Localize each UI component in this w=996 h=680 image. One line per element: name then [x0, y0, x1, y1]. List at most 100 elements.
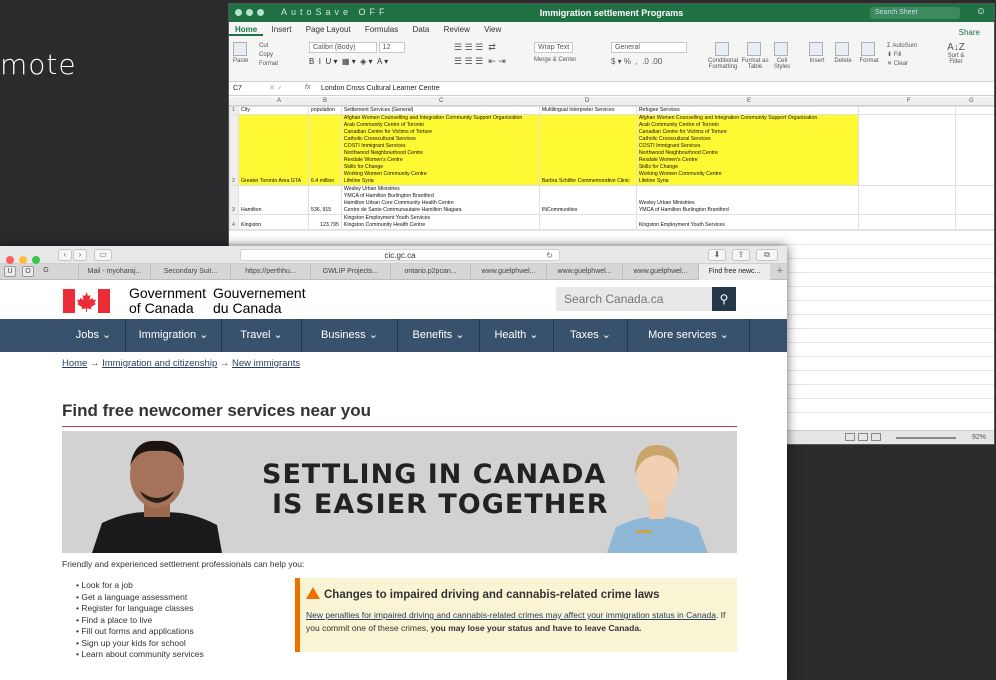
breadcrumb-new-immigrants[interactable]: New immigrants — [232, 358, 300, 369]
formula-input[interactable]: London Cross Cultural Learner Centre — [321, 85, 440, 92]
conditional-formatting-button[interactable]: Conditional Formatting — [705, 42, 741, 70]
browser-tab[interactable]: www.guelphwel... — [622, 264, 698, 280]
forward-button[interactable]: › — [73, 249, 87, 261]
cell-styles-button[interactable]: Cell Styles — [769, 42, 795, 70]
font-name-select[interactable]: Calibri (Body) — [309, 42, 377, 53]
tab-formulas[interactable]: Formulas — [359, 22, 404, 34]
sort-filter-button[interactable]: A↓Z Sort & Filter — [941, 42, 971, 65]
cell[interactable]: Greater Toronto Area GTA — [237, 114, 309, 186]
font-size-select[interactable]: 12 — [378, 42, 405, 53]
fill-button[interactable]: ⬇ Fill — [887, 51, 917, 60]
tab-page-layout[interactable]: Page Layout — [300, 22, 357, 34]
autosum-button[interactable]: Σ AutoSum — [887, 42, 917, 51]
name-box[interactable]: C7 — [233, 85, 242, 92]
col-a[interactable]: A — [277, 98, 281, 104]
share-icon[interactable]: ⇪ — [732, 249, 750, 261]
sidebar-icon[interactable]: ▭ — [94, 249, 112, 261]
cell[interactable]: Settlement Services (General) — [340, 106, 540, 115]
cell[interactable]: 123,795 — [307, 214, 342, 230]
breadcrumb-immigration[interactable]: Immigration and citizenship — [102, 358, 217, 369]
browser-tab[interactable]: Secondary Suit... — [150, 264, 230, 280]
view-buttons[interactable] — [845, 433, 884, 443]
number-format-select[interactable]: General — [611, 42, 687, 53]
merge-center-button[interactable]: Merge & Center — [534, 57, 576, 63]
feedback-icon[interactable]: ☺ — [976, 6, 986, 17]
menu-more-services[interactable]: More services ⌄ — [628, 319, 750, 352]
bookmark-o-icon[interactable]: O — [22, 266, 34, 277]
menu-travel[interactable]: Travel ⌄ — [222, 319, 302, 352]
browser-tab[interactable]: ontario.p2pcan... — [390, 264, 470, 280]
address-bar[interactable]: cic.gc.ca ↻ — [240, 249, 560, 261]
menu-benefits[interactable]: Benefits ⌄ — [398, 319, 480, 352]
formula-cancel-confirm[interactable]: ✕ ✓ — [269, 84, 283, 92]
cell[interactable]: Multilingual Interpreter Services — [538, 106, 637, 115]
number-format-buttons[interactable]: $ ▾ % , .0 .00 — [611, 57, 687, 66]
col-f[interactable]: F — [907, 98, 911, 104]
paste-icon[interactable] — [233, 42, 247, 56]
canada-flag-icon[interactable] — [63, 289, 110, 313]
search-button[interactable]: ⚲ — [712, 287, 736, 311]
tabs-overview-icon[interactable]: ⧉ — [756, 249, 778, 261]
cell[interactable]: 6.4 million — [307, 114, 342, 186]
new-tab-icon[interactable]: + — [777, 265, 783, 277]
col-c[interactable]: C — [439, 98, 443, 104]
bookmark-g-icon[interactable]: G — [40, 266, 52, 277]
col-e[interactable]: E — [747, 98, 751, 104]
wrap-text-button[interactable]: Wrap Text — [534, 42, 574, 53]
browser-tab[interactable]: https://perthhu... — [230, 264, 310, 280]
insert-cells-button[interactable]: Insert — [805, 42, 829, 64]
col-b[interactable]: B — [323, 98, 327, 104]
cell[interactable]: Wesley Urban Ministries YMCA of Hamilton … — [635, 185, 859, 215]
copy-button[interactable]: Copy — [259, 51, 278, 60]
format-cells-button[interactable]: Format — [857, 42, 881, 64]
cell[interactable]: Refugee Services — [635, 106, 859, 115]
cell[interactable]: Kingston Employment Youth Services Kingst… — [340, 214, 540, 230]
gov-en-wordmark[interactable]: Government of Canada — [129, 286, 206, 316]
tab-data[interactable]: Data — [406, 22, 435, 34]
breadcrumb-home[interactable]: Home — [62, 358, 87, 369]
browser-tab[interactable]: Mail - myoharaj... — [78, 264, 150, 280]
cell[interactable]: INCommunities — [538, 185, 637, 215]
minimize-icon[interactable] — [19, 256, 27, 264]
menu-health[interactable]: Health ⌄ — [480, 319, 554, 352]
search-input[interactable] — [556, 287, 712, 311]
cell[interactable]: Wesley Urban Ministries YMCA of Hamilton … — [340, 185, 540, 215]
browser-tab[interactable]: www.guelphwel... — [470, 264, 546, 280]
cell[interactable]: Barbra Schlifer Commemorative Clinic — [538, 114, 637, 186]
zoom-slider[interactable] — [896, 437, 956, 439]
sheet-table[interactable]: 1 City population Settlement Services (G… — [229, 106, 994, 230]
paste-button[interactable]: Paste — [233, 58, 249, 64]
alignment-group[interactable]: ☰ ☰ ☰ ⇄ ☰ ☰ ☰ ⇤ ⇥ — [454, 42, 506, 69]
cell[interactable]: 536, 915 — [307, 185, 342, 215]
alert-link[interactable]: New penalties for impaired driving and c… — [306, 610, 716, 620]
cell[interactable]: Kingston Employment Youth Services — [635, 214, 859, 230]
menu-business[interactable]: Business ⌄ — [302, 319, 398, 352]
menu-immigration[interactable]: Immigration ⌄ — [126, 319, 222, 352]
fx-icon[interactable]: fx — [305, 84, 310, 91]
format-painter-button[interactable]: Format — [259, 60, 278, 69]
cut-button[interactable]: Cut — [259, 42, 278, 51]
zoom-level[interactable]: 92% — [972, 434, 986, 441]
cell[interactable]: population — [307, 106, 342, 115]
cell[interactable]: Hamilton — [237, 185, 309, 215]
clear-button[interactable]: ✕ Clear — [887, 60, 917, 69]
menu-jobs[interactable]: Jobs ⌄ — [62, 319, 126, 352]
col-g[interactable]: G — [969, 98, 974, 104]
tab-view[interactable]: View — [478, 22, 507, 34]
tab-home[interactable]: Home — [229, 22, 264, 36]
menu-taxes[interactable]: Taxes ⌄ — [554, 319, 628, 352]
browser-tab[interactable]: GWLIP Projects... — [310, 264, 390, 280]
cell[interactable]: Afghan Women Counselling and Integration… — [635, 114, 859, 186]
share-button[interactable]: Share — [953, 25, 986, 37]
close-icon[interactable] — [6, 256, 14, 264]
search-sheet-input[interactable]: Search Sheet — [870, 7, 960, 19]
format-as-table-button[interactable]: Format as Table — [741, 42, 769, 70]
reload-icon[interactable]: ↻ — [546, 250, 553, 261]
bookmark-u-icon[interactable]: U — [4, 266, 16, 277]
browser-tab-active[interactable]: Find free newc... — [698, 264, 770, 280]
download-icon[interactable]: ⬇ — [708, 249, 726, 261]
zoom-icon[interactable] — [32, 256, 40, 264]
cell[interactable]: Kingston — [237, 214, 309, 230]
col-d[interactable]: D — [585, 98, 589, 104]
tab-review[interactable]: Review — [438, 22, 476, 34]
